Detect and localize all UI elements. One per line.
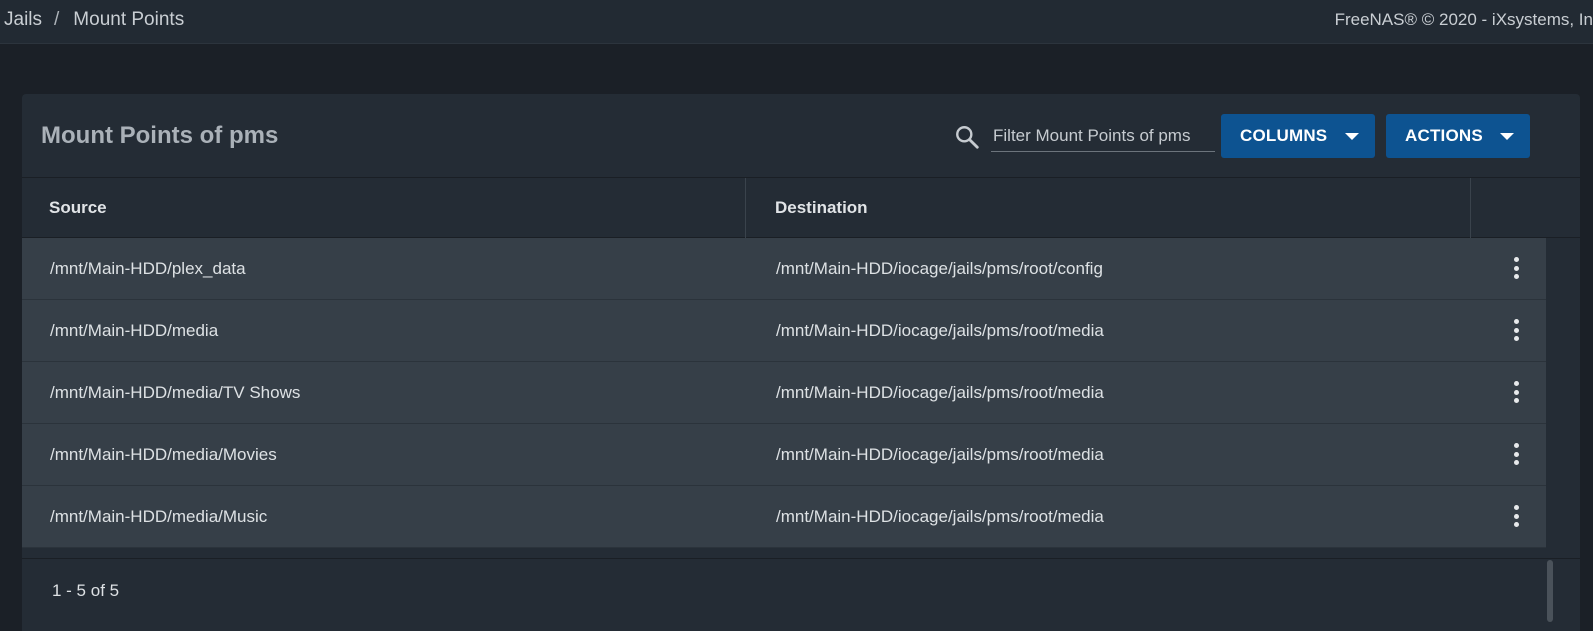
cell-source: /mnt/Main-HDD/plex_data bbox=[50, 258, 246, 278]
table-row[interactable]: /mnt/Main-HDD/media/Music /mnt/Main-HDD/… bbox=[22, 486, 1546, 548]
row-menu-icon[interactable] bbox=[1506, 317, 1526, 343]
caret-down-icon bbox=[1345, 133, 1359, 140]
breadcrumb-item-mount-points: Mount Points bbox=[73, 9, 185, 30]
actions-button-label: ACTIONS bbox=[1405, 126, 1483, 145]
table-row[interactable]: /mnt/Main-HDD/media/TV Shows /mnt/Main-H… bbox=[22, 362, 1546, 424]
table-header: Source Destination bbox=[22, 178, 1580, 238]
table-row[interactable]: /mnt/Main-HDD/media/Movies /mnt/Main-HDD… bbox=[22, 424, 1546, 486]
column-header-destination[interactable]: Destination bbox=[775, 178, 868, 238]
columns-button[interactable]: COLUMNS bbox=[1221, 114, 1375, 158]
scrollbar-thumb[interactable] bbox=[1547, 560, 1553, 622]
copyright-text: FreeNAS® © 2020 - iXsystems, In bbox=[1334, 10, 1593, 29]
cell-destination: /mnt/Main-HDD/iocage/jails/pms/root/medi… bbox=[776, 382, 1104, 402]
column-divider[interactable] bbox=[745, 178, 746, 238]
columns-button-label: COLUMNS bbox=[1240, 126, 1328, 145]
paginator-range: 1 - 5 of 5 bbox=[52, 581, 120, 600]
table-row[interactable]: /mnt/Main-HDD/media /mnt/Main-HDD/iocage… bbox=[22, 300, 1546, 362]
cell-destination: /mnt/Main-HDD/iocage/jails/pms/root/conf… bbox=[776, 258, 1103, 278]
cell-source: /mnt/Main-HDD/media bbox=[50, 320, 219, 340]
row-menu-icon[interactable] bbox=[1506, 379, 1526, 405]
breadcrumb-separator: / bbox=[54, 9, 60, 30]
mount-points-card: Mount Points of pms COLUMNS ACTIONS Sour… bbox=[22, 94, 1580, 631]
row-menu-icon[interactable] bbox=[1506, 503, 1526, 529]
actions-button[interactable]: ACTIONS bbox=[1386, 114, 1530, 158]
table-row[interactable]: /mnt/Main-HDD/plex_data /mnt/Main-HDD/io… bbox=[22, 238, 1546, 300]
row-menu-icon[interactable] bbox=[1506, 441, 1526, 467]
cell-destination: /mnt/Main-HDD/iocage/jails/pms/root/medi… bbox=[776, 320, 1104, 340]
cell-source: /mnt/Main-HDD/media/Music bbox=[50, 506, 268, 526]
caret-down-icon bbox=[1500, 133, 1514, 140]
breadcrumb-item-jails[interactable]: Jails bbox=[4, 9, 42, 31]
column-divider[interactable] bbox=[1470, 178, 1471, 238]
row-menu-icon[interactable] bbox=[1506, 255, 1526, 281]
filter-search-input[interactable] bbox=[991, 122, 1215, 152]
card-header: Mount Points of pms COLUMNS ACTIONS bbox=[22, 94, 1580, 178]
page-title: Mount Points of pms bbox=[41, 122, 279, 149]
breadcrumb: Jails / Mount Points bbox=[4, 9, 184, 31]
search-icon bbox=[956, 126, 979, 149]
table-footer: 1 - 5 of 5 bbox=[22, 558, 1580, 631]
column-header-source[interactable]: Source bbox=[49, 178, 107, 238]
cell-destination: /mnt/Main-HDD/iocage/jails/pms/root/medi… bbox=[776, 444, 1104, 464]
cell-destination: /mnt/Main-HDD/iocage/jails/pms/root/medi… bbox=[776, 506, 1104, 526]
cell-source: /mnt/Main-HDD/media/TV Shows bbox=[50, 382, 301, 402]
cell-source: /mnt/Main-HDD/media/Movies bbox=[50, 444, 277, 464]
table-body: /mnt/Main-HDD/plex_data /mnt/Main-HDD/io… bbox=[22, 238, 1546, 548]
top-bar: Jails / Mount Points FreeNAS® © 2020 - i… bbox=[0, 0, 1593, 44]
